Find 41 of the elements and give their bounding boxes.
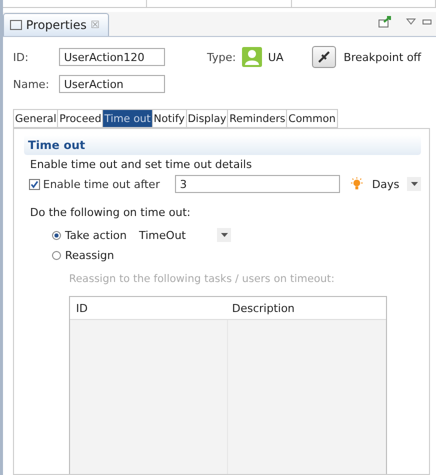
tab[interactable]: Proceed <box>57 109 102 128</box>
dropdown-button[interactable] <box>407 177 422 191</box>
type-value: UA <box>268 50 284 64</box>
column-header[interactable]: ID <box>70 297 226 319</box>
tab[interactable]: Common <box>286 109 338 128</box>
user-icon <box>242 47 262 67</box>
tab[interactable]: Reminders <box>227 109 286 128</box>
action-dropdown[interactable]: TimeOut <box>139 228 209 242</box>
name-field[interactable]: UserAction <box>59 75 165 93</box>
reassign-hint: Reassign to the following tasks / users on timeout: <box>68 273 336 285</box>
radio-label: Take action <box>65 228 128 242</box>
breakpoint-label: Breakpoint off <box>344 50 422 64</box>
timeout-field[interactable]: 3 <box>174 175 340 193</box>
section-description: Enable time out and set time out details <box>29 157 253 171</box>
tab[interactable]: Time out <box>102 109 152 128</box>
id-label: ID: <box>13 50 30 64</box>
caret-icon <box>410 182 418 186</box>
radio-label: Reassign <box>65 248 116 262</box>
caret-icon <box>220 233 228 237</box>
window-icon <box>10 20 22 30</box>
properties-tab[interactable]: Properties ☒ <box>3 13 109 36</box>
menu-icon[interactable] <box>406 18 416 26</box>
lightbulb-icon <box>350 177 364 191</box>
unit-label: Days <box>372 178 400 190</box>
type-label: Type: <box>207 50 236 64</box>
tab[interactable]: Display <box>186 109 228 128</box>
breakpoint-button[interactable] <box>312 46 336 68</box>
tab[interactable]: Notify <box>152 109 186 128</box>
id-field[interactable]: UserAction120 <box>59 48 165 66</box>
minimize-icon[interactable] <box>422 18 432 26</box>
section-title: Time out <box>28 138 86 152</box>
dropdown-button[interactable] <box>217 228 231 242</box>
radio-button[interactable] <box>52 230 61 240</box>
tab-title: Properties <box>26 18 87 32</box>
checkbox-label: Enable time out after <box>43 178 160 190</box>
name-label: Name: <box>13 78 50 90</box>
action-heading: Do the following on time out: <box>29 205 192 219</box>
checkbox[interactable] <box>29 178 40 190</box>
column-header[interactable]: Description <box>226 297 295 319</box>
radio-button[interactable] <box>52 250 61 260</box>
tab[interactable]: General <box>13 109 58 128</box>
